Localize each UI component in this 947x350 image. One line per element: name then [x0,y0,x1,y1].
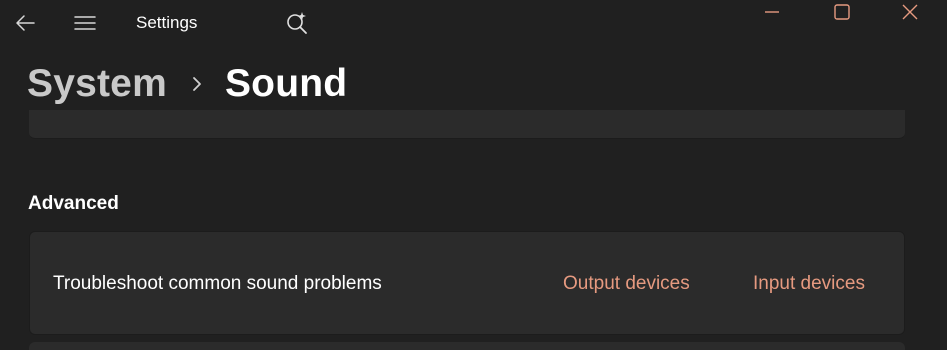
troubleshoot-label: Troubleshoot common sound problems [53,273,382,294]
output-devices-link[interactable]: Output devices [563,273,690,295]
minimize-button[interactable] [752,0,792,24]
input-devices-link[interactable]: Input devices [753,273,865,295]
app-title: Settings [136,13,198,32]
settings-window: Settings System Sound Advanced Troublesh… [0,0,947,350]
navigation-menu-button[interactable] [67,6,103,40]
next-settings-card [29,342,905,350]
hamburger-menu-icon [74,16,96,30]
minimize-icon [765,11,779,13]
close-icon [902,4,918,20]
back-arrow-icon [16,15,35,31]
chevron-right-icon [191,75,203,93]
maximize-button[interactable] [822,0,862,24]
page-title: Sound [224,62,348,105]
close-button[interactable] [890,0,930,24]
previous-settings-card [29,110,905,139]
troubleshoot-card: Troubleshoot common sound problems Outpu… [29,231,905,335]
breadcrumb: System Sound [27,60,347,108]
search-button[interactable] [279,6,315,40]
maximize-icon [834,4,850,20]
back-button[interactable] [7,6,43,40]
search-sparkle-icon [287,12,307,34]
title-bar: Settings [0,0,947,46]
breadcrumb-parent[interactable]: System [27,62,167,106]
section-header-advanced: Advanced [28,193,119,214]
